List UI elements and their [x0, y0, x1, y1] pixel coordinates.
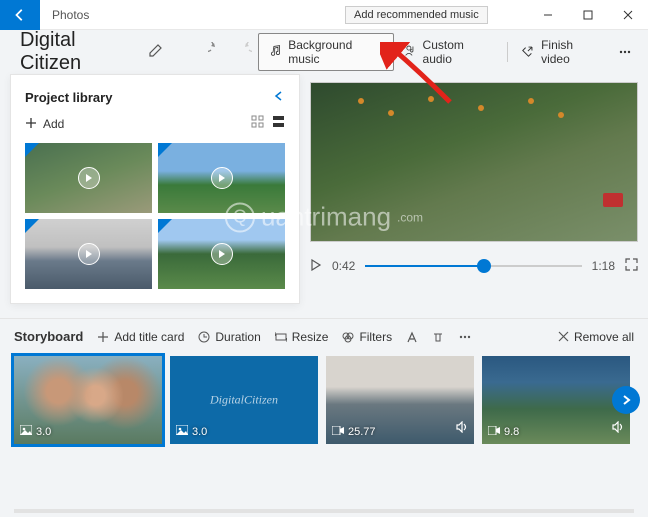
seek-slider[interactable]	[365, 265, 581, 267]
time-total: 1:18	[592, 259, 615, 273]
maximize-button[interactable]	[568, 0, 608, 30]
large-grid-view-button[interactable]	[272, 115, 285, 133]
library-thumb[interactable]	[25, 219, 152, 289]
titlebar: Photos	[0, 0, 648, 30]
edit-name-button[interactable]	[148, 42, 164, 63]
separator	[507, 42, 508, 62]
next-clips-button[interactable]	[612, 386, 640, 414]
filters-button[interactable]: Filters	[342, 330, 392, 344]
duration-button[interactable]: Duration	[198, 330, 260, 344]
play-icon	[211, 243, 233, 265]
label: Background music	[288, 38, 382, 66]
storyboard-panel: Storyboard Add title card Duration Resiz…	[0, 318, 648, 444]
delete-button[interactable]	[432, 331, 444, 343]
label: Finish video	[541, 38, 602, 66]
library-title: Project library	[25, 90, 112, 105]
tooltip: Add recommended music	[345, 6, 488, 24]
label: Add	[43, 117, 64, 131]
back-button[interactable]	[0, 0, 40, 30]
grid-view-button[interactable]	[251, 115, 264, 133]
resize-button[interactable]: Resize	[275, 330, 329, 344]
redo-button[interactable]	[236, 42, 252, 63]
undo-button[interactable]	[208, 42, 224, 63]
close-button[interactable]	[608, 0, 648, 30]
image-icon	[20, 425, 32, 438]
project-library-panel: Project library Add	[10, 74, 300, 304]
toolbar: Digital Citizen Background music Custom …	[0, 30, 648, 74]
annotation-arrow	[380, 42, 470, 112]
storyboard-clip[interactable]: 3.0	[14, 356, 162, 444]
plus-icon	[25, 117, 37, 132]
add-media-button[interactable]: Add	[25, 117, 64, 132]
library-thumb[interactable]	[158, 143, 285, 213]
play-icon	[211, 167, 233, 189]
image-icon	[176, 425, 188, 438]
storyboard-title: Storyboard	[14, 329, 83, 344]
storyboard-clip[interactable]: DigitalCitizen 3.0	[170, 356, 318, 444]
storyboard-clip[interactable]: 9.8	[482, 356, 630, 444]
video-preview[interactable]	[310, 82, 638, 242]
fullscreen-button[interactable]	[625, 258, 638, 274]
time-current: 0:42	[332, 259, 355, 273]
text-button[interactable]	[406, 331, 418, 343]
project-name: Digital Citizen	[20, 29, 138, 75]
library-thumb[interactable]	[158, 219, 285, 289]
finish-video-button[interactable]: Finish video	[512, 34, 612, 70]
add-title-card-button[interactable]: Add title card	[97, 330, 184, 344]
more-button[interactable]	[612, 41, 638, 63]
remove-all-button[interactable]: Remove all	[558, 330, 634, 344]
play-icon	[78, 243, 100, 265]
sound-icon	[456, 420, 468, 438]
app-title: Photos	[40, 8, 89, 22]
play-button[interactable]	[310, 259, 322, 274]
play-icon	[78, 167, 100, 189]
more-storyboard-button[interactable]	[458, 331, 472, 343]
library-thumb[interactable]	[25, 143, 152, 213]
sound-icon	[612, 420, 624, 438]
background-music-button[interactable]: Background music	[258, 33, 393, 71]
video-icon	[332, 426, 344, 438]
horizontal-scrollbar[interactable]	[14, 509, 634, 513]
video-icon	[488, 426, 500, 438]
collapse-library-button[interactable]	[273, 89, 285, 105]
music-icon	[269, 44, 282, 60]
minimize-button[interactable]	[528, 0, 568, 30]
preview-panel: 0:42 1:18	[310, 74, 638, 304]
export-icon	[522, 44, 535, 60]
storyboard-clip[interactable]: 25.77	[326, 356, 474, 444]
